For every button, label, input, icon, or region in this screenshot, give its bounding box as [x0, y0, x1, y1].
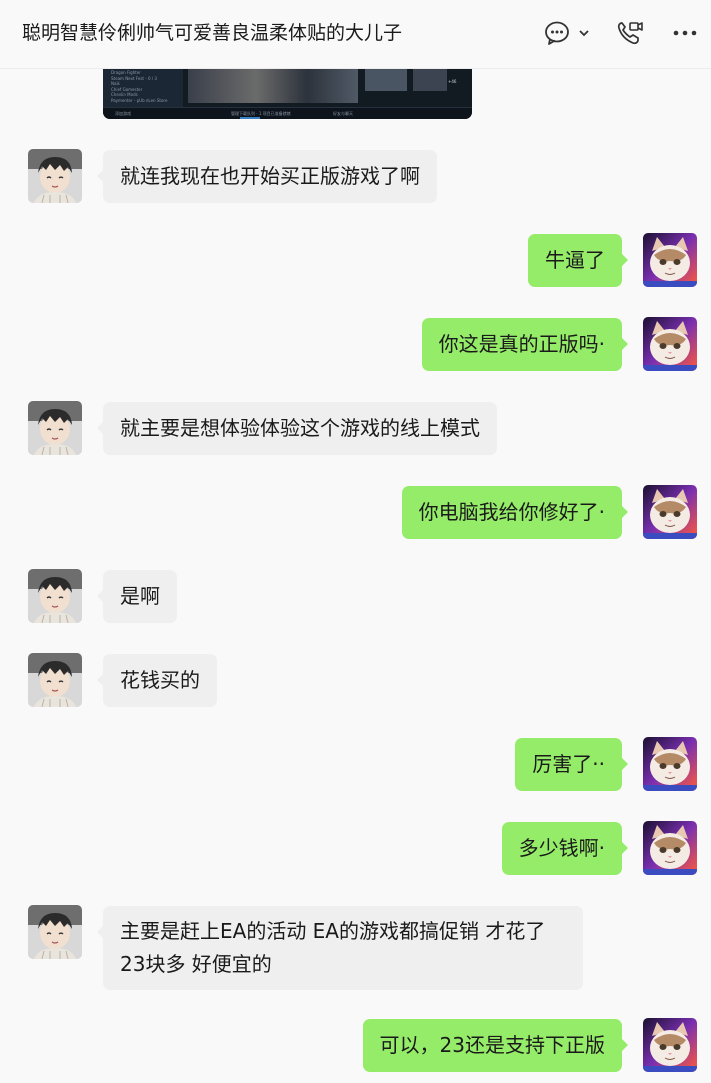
- contact-avatar[interactable]: [28, 653, 82, 707]
- chevron-down-icon[interactable]: [576, 18, 592, 48]
- message-bubble-self[interactable]: 可以，23还是支持下正版: [362, 1019, 629, 1072]
- contact-avatar[interactable]: [28, 149, 82, 203]
- message-bubble-self[interactable]: 你这是真的正版吗·: [421, 318, 629, 371]
- self-avatar[interactable]: [643, 821, 697, 875]
- message-bubble-other[interactable]: 是啊: [97, 570, 177, 623]
- contact-avatar[interactable]: [28, 401, 82, 455]
- screenshot-game-tile: [365, 69, 407, 91]
- message-bubble-other[interactable]: 就主要是想体验体验这个游戏的线上模式: [97, 402, 497, 455]
- chat-title: 聪明智慧伶俐帅气可爱善良温柔体贴的大儿子: [22, 22, 403, 44]
- contact-avatar[interactable]: [28, 569, 82, 623]
- screenshot-game-tile: [413, 69, 447, 91]
- self-avatar[interactable]: [643, 317, 697, 371]
- contact-avatar[interactable]: [28, 905, 82, 959]
- message-text: 花钱买的: [120, 668, 200, 692]
- more-icon[interactable]: [670, 18, 700, 48]
- screenshot-badge: +46: [448, 79, 457, 84]
- message-bubble-self[interactable]: 厉害了··: [515, 738, 628, 791]
- message-bubble-other[interactable]: 主要是赶上EA的活动 EA的游戏都搞促销 才花了23块多 好便宜的: [97, 906, 583, 990]
- message-bubble-other[interactable]: 就连我现在也开始买正版游戏了啊: [97, 150, 437, 203]
- message-text: 你这是真的正版吗·: [438, 332, 605, 356]
- screenshot-game-banner: [188, 69, 358, 103]
- shared-screenshot-image[interactable]: Dragon Fighter Steam Next Fest - 0 / 3 N…: [103, 69, 472, 119]
- message-text: 就连我现在也开始买正版游戏了啊: [120, 164, 420, 188]
- self-avatar[interactable]: [643, 233, 697, 287]
- screenshot-menu-panel: Dragon Fighter Steam Next Fest - 0 / 3 N…: [103, 69, 183, 109]
- screenshot-footer-friends: 好友与聊天: [333, 111, 353, 116]
- message-bubble-self[interactable]: 多少钱啊·: [501, 822, 629, 875]
- self-avatar[interactable]: [643, 737, 697, 791]
- message-text: 厉害了··: [532, 752, 605, 776]
- screenshot-footer-left: 添加游戏: [115, 111, 131, 116]
- chat-header: 聪明智慧伶俐帅气可爱善良温柔体贴的大儿子: [0, 0, 711, 69]
- message-bubble-self[interactable]: 牛逼了: [528, 234, 628, 287]
- video-call-icon[interactable]: [614, 18, 646, 48]
- message-text: 牛逼了: [545, 248, 605, 272]
- message-text: 是啊: [120, 584, 160, 608]
- message-text: 主要是赶上EA的活动 EA的游戏都搞促销 才花了23块多 好便宜的: [120, 919, 546, 976]
- message-text: 多少钱啊·: [518, 836, 605, 860]
- chat-bubble-icon[interactable]: [542, 18, 572, 48]
- self-avatar[interactable]: [643, 1018, 697, 1072]
- message-text: 可以，23还是支持下正版: [379, 1033, 605, 1057]
- screenshot-footer: 添加游戏 管理下载队列 · 1 项目已准备就绪 好友与聊天: [103, 107, 472, 119]
- message-list[interactable]: Dragon Fighter Steam Next Fest - 0 / 3 N…: [0, 69, 711, 1083]
- screenshot-progress-bar: [240, 117, 260, 119]
- message-bubble-self[interactable]: 你电脑我给你修好了·: [401, 486, 629, 539]
- message-text: 就主要是想体验体验这个游戏的线上模式: [120, 416, 480, 440]
- message-bubble-other[interactable]: 花钱买的: [97, 654, 217, 707]
- message-text: 你电脑我给你修好了·: [418, 500, 605, 524]
- self-avatar[interactable]: [643, 485, 697, 539]
- screenshot-menu-item: Paymenter - pUb nLen Store: [111, 97, 168, 103]
